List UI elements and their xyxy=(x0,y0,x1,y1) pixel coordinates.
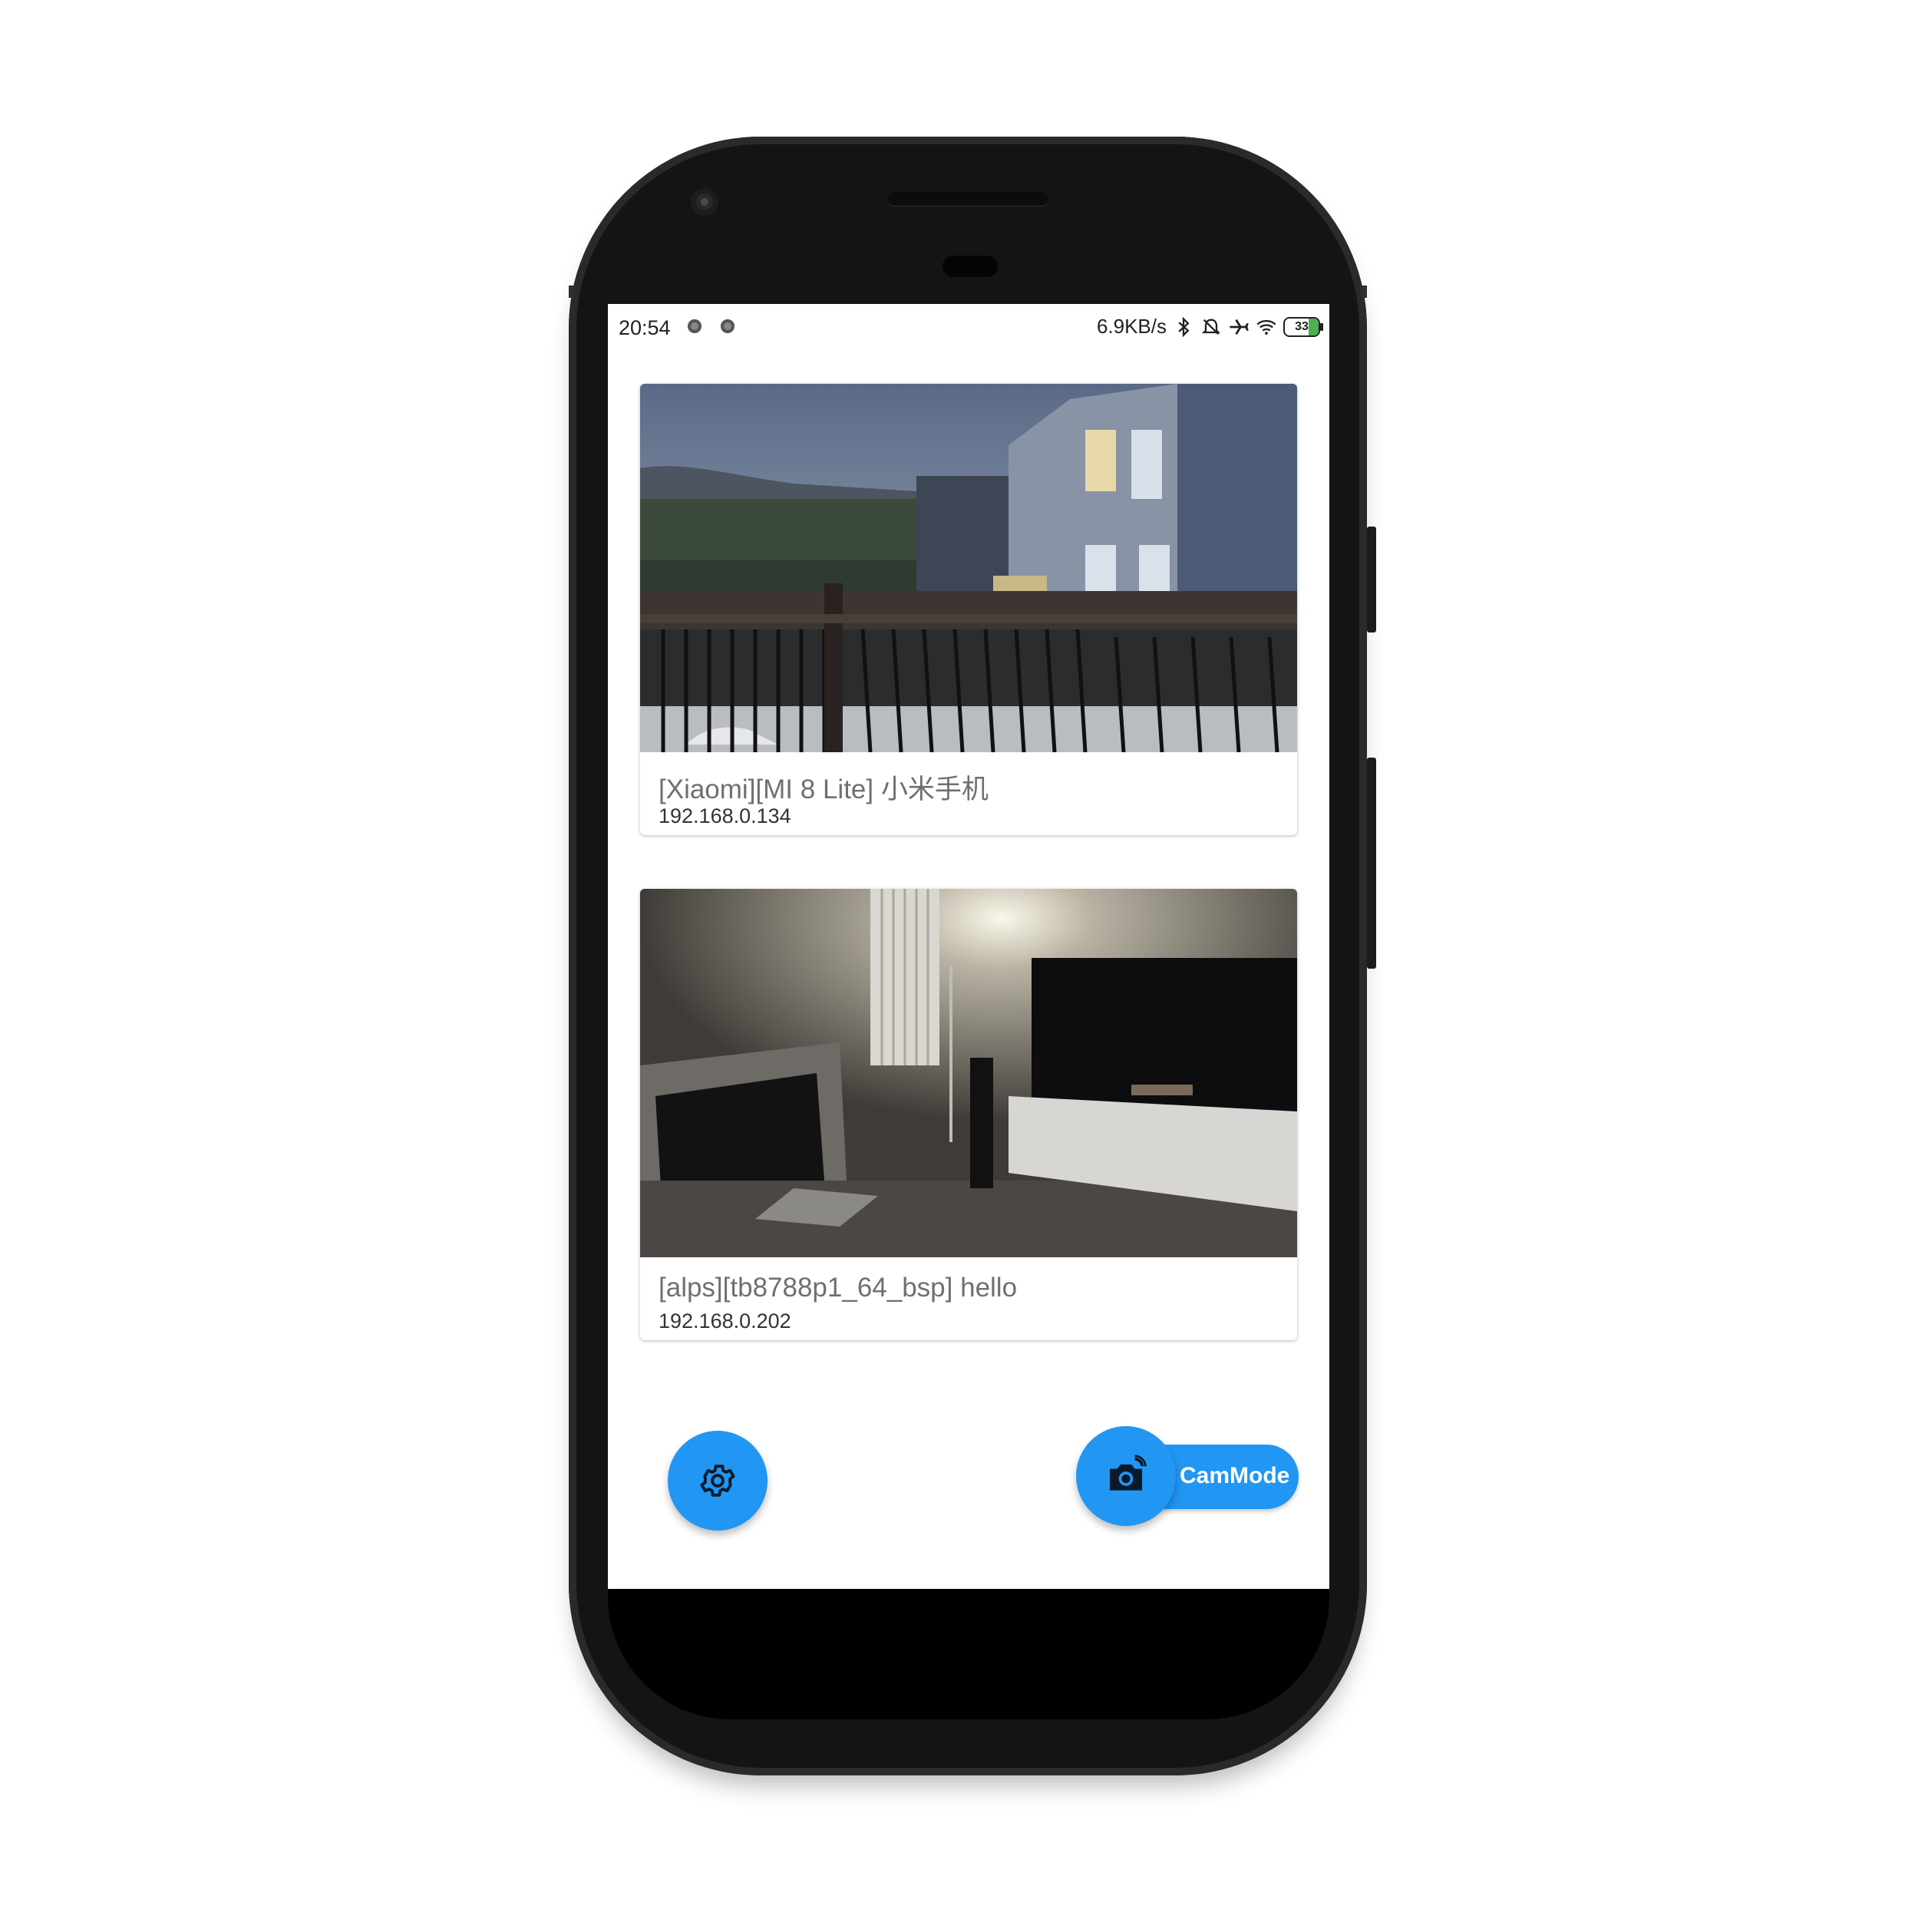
gear-icon xyxy=(700,1465,735,1497)
cam-mode-icon-button[interactable] xyxy=(1076,1426,1176,1526)
stage: 20:54 6.9KB/s 33 [Xiaomi][MI 8 Lite] 小米手… xyxy=(0,0,1928,1932)
camera-switch-icon xyxy=(1110,1455,1147,1491)
cam-mode-label[interactable]: CamMode xyxy=(1180,1463,1289,1489)
phone-chin xyxy=(608,1589,1329,1719)
app-screen: 20:54 6.9KB/s 33 [Xiaomi][MI 8 Lite] 小米手… xyxy=(608,304,1329,1589)
front-camera xyxy=(691,188,718,216)
status-time: 20:54 xyxy=(619,316,671,339)
proximity-sensor xyxy=(943,256,998,277)
device-card[interactable]: [alps][tb8788p1_64_bsp] hello 192.168.0.… xyxy=(640,889,1297,1340)
notification-dot-icon xyxy=(721,319,735,333)
status-right-group: 6.9KB/s 33 xyxy=(1096,315,1323,339)
phone-volume-button xyxy=(1367,758,1376,969)
phone-antenna-line xyxy=(569,286,575,298)
device-title: [alps][tb8788p1_64_bsp] hello xyxy=(659,1273,1018,1303)
status-bar: 20:54 6.9KB/s 33 xyxy=(608,304,1329,350)
phone-power-button xyxy=(1367,527,1376,632)
device-card[interactable]: [Xiaomi][MI 8 Lite] 小米手机 192.168.0.134 xyxy=(640,384,1297,835)
device-title: [Xiaomi][MI 8 Lite] 小米手机 xyxy=(659,774,989,804)
notification-dot-icon xyxy=(688,319,702,333)
device-ip: 192.168.0.202 xyxy=(659,1309,791,1333)
phone-antenna-line xyxy=(1361,286,1367,298)
alarm-off-icon xyxy=(1201,318,1221,335)
bluetooth-icon xyxy=(1178,316,1190,337)
device-ip: 192.168.0.134 xyxy=(659,804,791,827)
battery-level: 33 xyxy=(1295,319,1309,333)
settings-button[interactable] xyxy=(668,1431,768,1531)
network-speed: 6.9KB/s xyxy=(1096,315,1167,338)
wifi-icon xyxy=(1256,319,1276,335)
device-thumbnail-balcony[interactable] xyxy=(640,384,1297,752)
device-thumbnail-living-room[interactable] xyxy=(640,889,1297,1257)
battery-cap xyxy=(1320,322,1323,331)
airplane-icon xyxy=(1230,319,1249,335)
battery-icon: 33 xyxy=(1283,316,1323,337)
earpiece-speaker xyxy=(887,192,1048,206)
